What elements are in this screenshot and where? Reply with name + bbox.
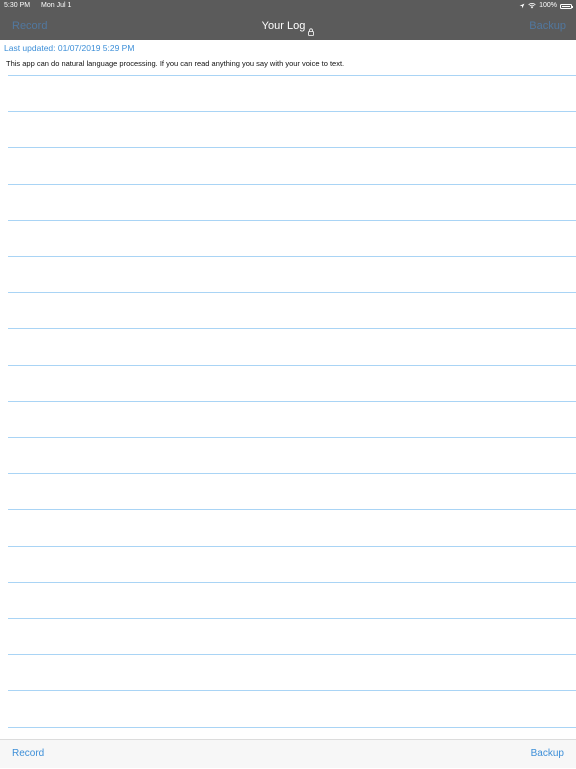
status-date: Mon Jul 1: [41, 2, 72, 9]
ruled-line: [8, 184, 576, 185]
ruled-line: [8, 509, 576, 510]
ruled-line: [8, 401, 576, 402]
last-updated: Last updated: 01/07/2019 5:29 PM: [4, 43, 135, 53]
ruled-line: [8, 292, 576, 293]
page-title: Your Log: [0, 12, 576, 40]
bottom-toolbar: Record Backup: [0, 739, 576, 768]
status-left: 5:30 PM Mon Jul 1: [4, 0, 80, 12]
navigation-bar: Record Your Log Backup: [0, 12, 576, 40]
ruled-line: [8, 618, 576, 619]
ruled-line: [8, 365, 576, 366]
backup-button[interactable]: Backup: [531, 740, 564, 769]
battery-level: [562, 5, 570, 7]
ruled-line: [8, 582, 576, 583]
lock-icon: [308, 19, 315, 47]
status-time: 5:30 PM: [4, 2, 31, 9]
log-text-area[interactable]: This app can do natural language process…: [0, 56, 576, 739]
ruled-line: [8, 75, 576, 76]
nav-backup-button[interactable]: Backup: [529, 12, 566, 40]
ruled-line: [8, 328, 576, 329]
record-button[interactable]: Record: [12, 740, 44, 769]
battery-percent: 100%: [539, 2, 557, 9]
wifi-icon: [528, 3, 536, 9]
log-text: This app can do natural language process…: [6, 59, 345, 68]
ruled-line: [8, 546, 576, 547]
ruled-line: [8, 654, 576, 655]
page-title-text: Your Log: [261, 20, 306, 32]
status-bar: 5:30 PM Mon Jul 1 100%: [0, 0, 576, 12]
ruled-line: [8, 690, 576, 691]
battery-icon: [560, 3, 573, 9]
status-right: 100%: [519, 0, 573, 12]
ruled-line: [8, 473, 576, 474]
ruled-line: [8, 437, 576, 438]
ruled-line: [8, 220, 576, 221]
ruled-line: [8, 727, 576, 728]
ruled-line: [8, 256, 576, 257]
ruled-line: [8, 111, 576, 112]
location-icon: [519, 3, 525, 9]
ruled-line: [8, 147, 576, 148]
